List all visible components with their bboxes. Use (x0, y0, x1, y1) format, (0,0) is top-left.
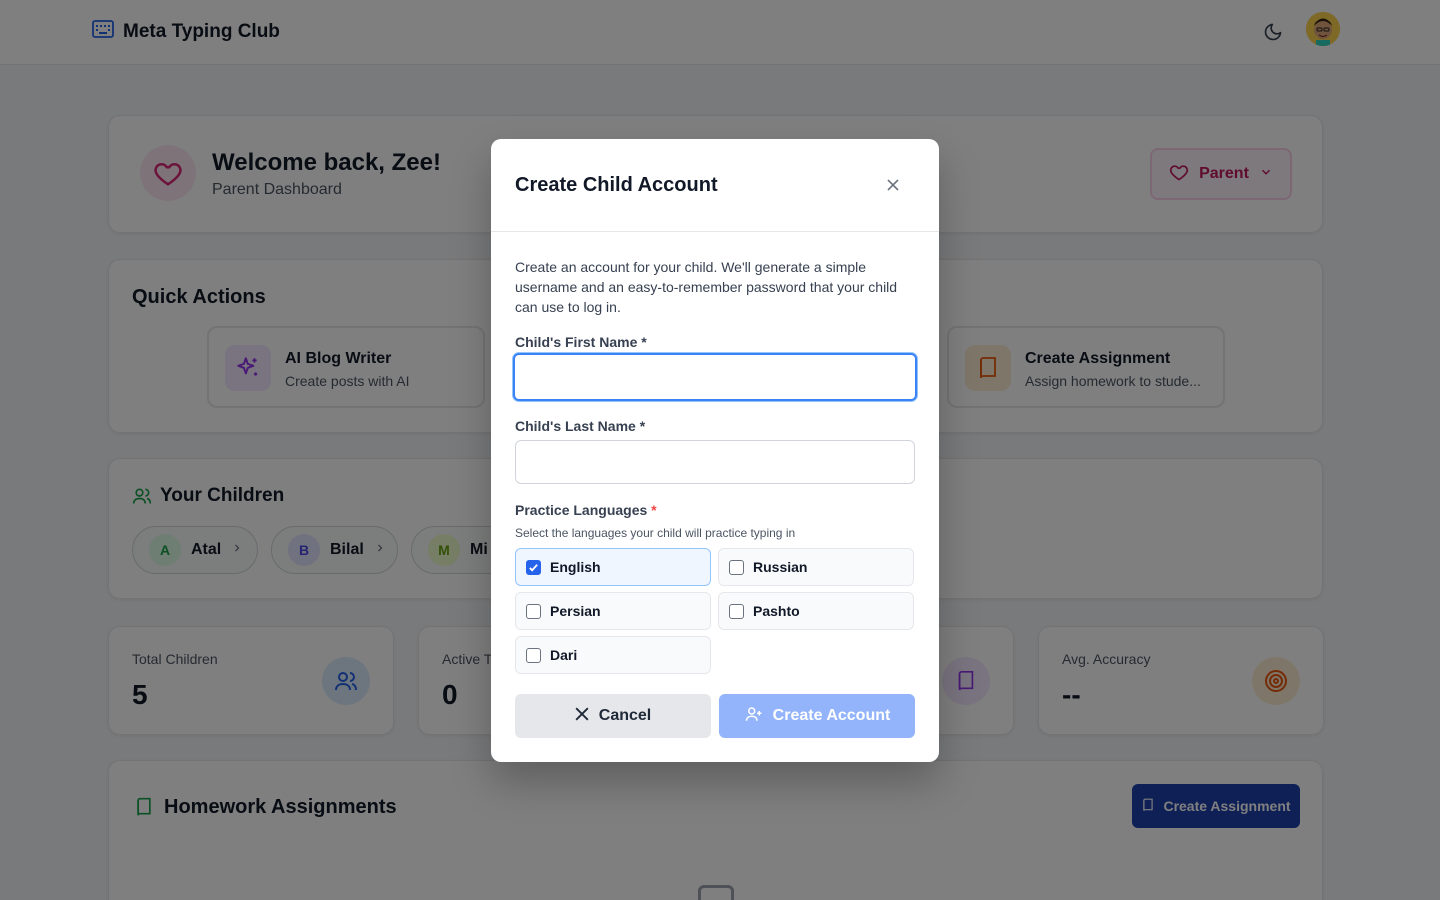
last-name-label-text: Child's Last Name (515, 418, 636, 434)
language-name: Pashto (753, 603, 800, 619)
language-name: Persian (550, 603, 601, 619)
close-icon[interactable] (883, 175, 903, 195)
language-name: English (550, 559, 601, 575)
language-option-pashto[interactable]: Pashto (718, 592, 914, 630)
first-name-label: Child's First Name * (515, 334, 647, 350)
modal-description: Create an account for your child. We'll … (515, 259, 898, 315)
create-account-label: Create Account (772, 707, 891, 724)
last-name-label: Child's Last Name * (515, 418, 645, 434)
languages-label: Practice Languages * (515, 502, 657, 518)
create-account-button[interactable]: Create Account (719, 694, 915, 738)
close-icon (575, 707, 589, 726)
cancel-label: Cancel (598, 707, 652, 724)
user-plus-icon (744, 705, 764, 728)
language-name: Dari (550, 647, 578, 663)
first-name-input[interactable] (513, 353, 917, 401)
language-option-dari[interactable]: Dari (515, 636, 711, 674)
required-mark: * (639, 418, 646, 434)
checkbox-icon[interactable] (729, 603, 744, 619)
last-name-input[interactable] (515, 440, 915, 484)
create-child-account-modal: Create Child Account Create an account f… (491, 139, 939, 762)
language-name: Russian (753, 559, 808, 575)
cancel-button[interactable]: Cancel (515, 694, 711, 738)
checkbox-checked-icon[interactable] (526, 559, 541, 575)
modal-title: Create Child Account (515, 174, 718, 196)
first-name-label-text: Child's First Name (515, 334, 638, 350)
languages-label-text: Practice Languages (515, 502, 648, 518)
language-option-russian[interactable]: Russian (718, 548, 914, 586)
required-mark: * (651, 502, 657, 518)
checkbox-icon[interactable] (729, 559, 744, 575)
checkbox-icon[interactable] (526, 647, 541, 663)
language-option-english[interactable]: English (515, 548, 711, 586)
required-mark: * (641, 334, 647, 350)
modal-divider (491, 231, 939, 232)
checkbox-icon[interactable] (526, 603, 541, 619)
language-option-persian[interactable]: Persian (515, 592, 711, 630)
languages-help-text: Select the languages your child will pra… (515, 526, 796, 540)
